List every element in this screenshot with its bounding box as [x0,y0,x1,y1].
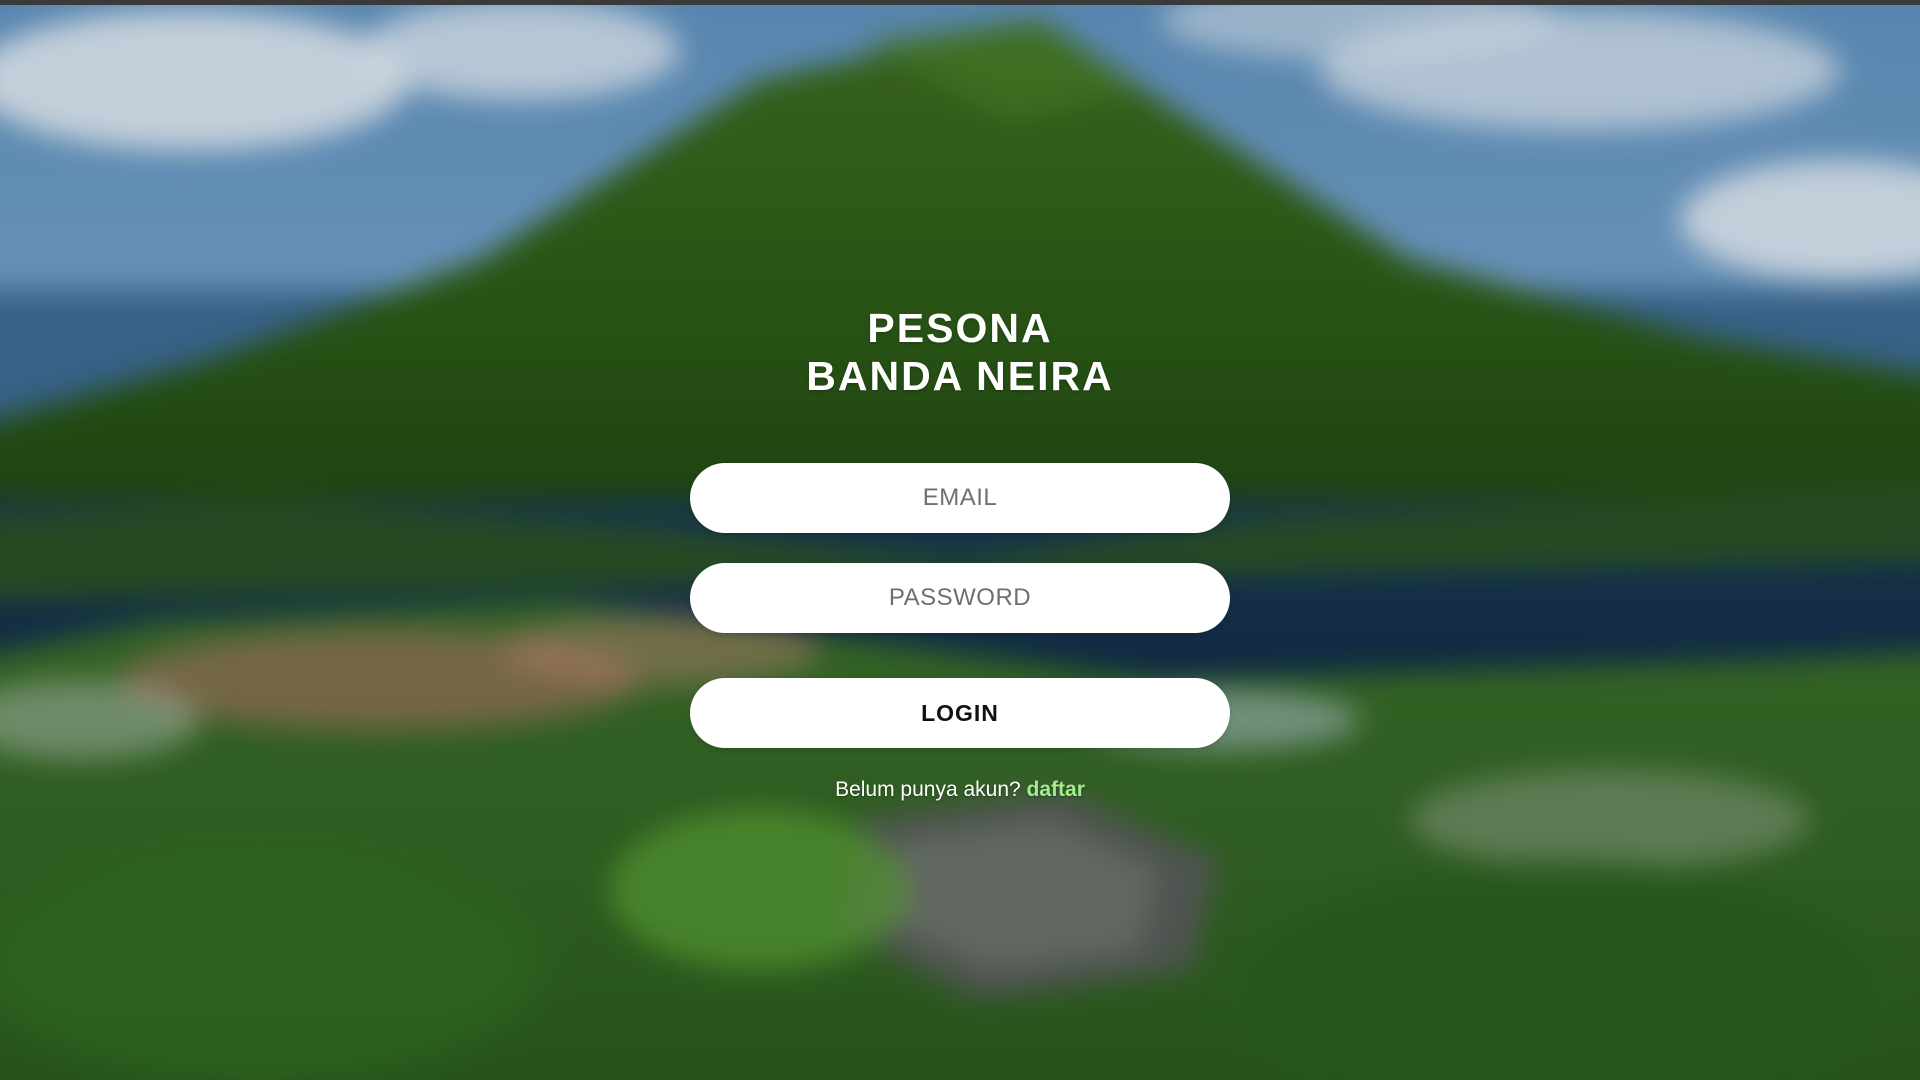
signup-link[interactable]: daftar [1027,778,1085,801]
site-title-line1: PESONA [867,305,1053,351]
login-form-container: PESONA BANDA NEIRA LOGIN Belum punya aku… [0,0,1920,1080]
password-input[interactable] [690,563,1230,633]
site-title-line2: BANDA NEIRA [806,353,1114,399]
signup-prompt-text: Belum punya akun? [835,778,1027,801]
email-input[interactable] [690,463,1230,533]
login-button[interactable]: LOGIN [690,678,1230,748]
login-page: PESONA BANDA NEIRA LOGIN Belum punya aku… [0,0,1920,1080]
signup-prompt: Belum punya akun? daftar [0,778,1920,802]
site-title: PESONA BANDA NEIRA [0,304,1920,400]
